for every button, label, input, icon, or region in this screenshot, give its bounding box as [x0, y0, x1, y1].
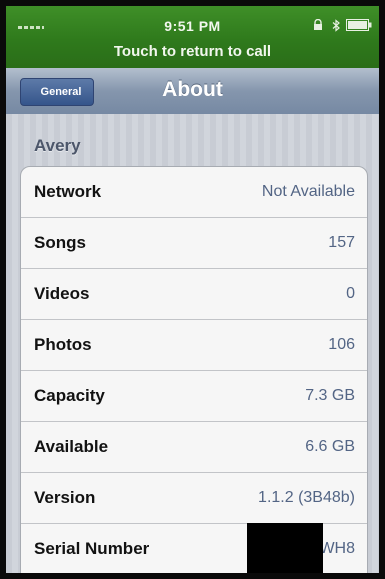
info-row-network: Network Not Available: [21, 167, 367, 218]
return-to-call-banner[interactable]: Touch to return to call: [6, 43, 379, 60]
call-status-bar[interactable]: 9:51 PM Touch to return to call: [6, 6, 379, 68]
info-row-photos: Photos 106: [21, 320, 367, 371]
row-value: 1.1.2 (3B48b): [258, 489, 355, 506]
lock-icon: [314, 19, 322, 30]
device-name-header: Avery: [34, 136, 81, 155]
page-title: About: [162, 78, 223, 101]
row-value: 7.3 GB: [305, 387, 355, 404]
row-value: Not Available: [261, 183, 355, 200]
row-value: 6.6 GB: [305, 438, 355, 455]
navigation-bar: General About: [6, 68, 379, 115]
info-row-songs: Songs 157: [21, 218, 367, 269]
row-label: Photos: [34, 335, 92, 354]
row-value: 106: [328, 336, 355, 353]
row-label: Capacity: [34, 386, 105, 405]
battery-icon: [346, 19, 372, 31]
row-label: Serial Number: [34, 539, 150, 558]
info-row-version: Version 1.1.2 (3B48b): [21, 473, 367, 524]
row-label: Songs: [34, 233, 86, 252]
info-group: Network Not Available Songs 157 Videos 0…: [20, 166, 368, 573]
row-value: 0: [346, 285, 355, 302]
phone-screen: 9:51 PM Touch to return to call General …: [6, 6, 379, 573]
info-row-videos: Videos 0: [21, 269, 367, 320]
info-row-available: Available 6.6 GB: [21, 422, 367, 473]
row-label: Videos: [34, 284, 90, 303]
row-value: 157: [328, 234, 355, 251]
row-label: Network: [34, 182, 102, 201]
about-list: Avery Network Not Available Songs 157 Vi…: [6, 114, 379, 573]
row-label: Version: [34, 488, 96, 507]
row-label: Available: [34, 437, 109, 456]
bluetooth-icon: [332, 19, 340, 32]
serial-redaction-box: [247, 523, 323, 573]
info-row-capacity: Capacity 7.3 GB: [21, 371, 367, 422]
